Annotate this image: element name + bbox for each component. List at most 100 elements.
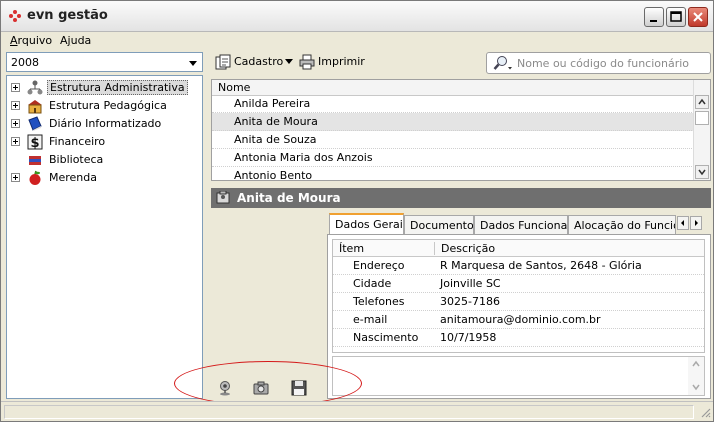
grid-cell-desc: anitamoura@dominio.com.br: [440, 313, 601, 326]
tab-label: Dados Gerais: [335, 218, 404, 231]
list-row[interactable]: Anilda Pereira: [212, 95, 694, 113]
list-header-nome[interactable]: Nome: [212, 80, 694, 96]
grid-cell-item: Endereço: [353, 259, 405, 272]
close-button[interactable]: [688, 7, 708, 27]
grid-row[interactable]: Endereço R Marquesa de Santos, 2648 - Gl…: [333, 257, 704, 275]
minimize-button[interactable]: [644, 7, 664, 27]
scroll-thumb[interactable]: [695, 111, 709, 125]
year-select-value: 2008: [11, 56, 39, 69]
menu-ajuda-rest: uda: [70, 34, 92, 47]
expand-icon[interactable]: [11, 119, 20, 128]
list-row-label: Anita de Moura: [234, 115, 318, 128]
printer-icon: [299, 54, 315, 70]
expand-icon[interactable]: [11, 173, 20, 182]
grid-row[interactable]: e-mail anitamoura@dominio.com.br: [333, 311, 704, 329]
expand-icon[interactable]: [11, 83, 20, 92]
list-header-label: Nome: [218, 81, 251, 94]
search-icon: [493, 56, 512, 70]
grid-header-descricao[interactable]: Descrição: [434, 242, 495, 255]
tree-label: Diário Informatizado: [49, 117, 162, 130]
dados-gerais-panel: Ítem Descrição Endereço R Marquesa de Sa…: [327, 234, 711, 399]
grid-row[interactable]: Nascimento 10/7/1958: [333, 329, 704, 347]
tab-scroll-left-button[interactable]: [677, 216, 689, 230]
tab-alocacao[interactable]: Alocação do Funcion: [568, 215, 676, 234]
close-icon: [693, 12, 703, 22]
list-row-label: Antonia Maria dos Anzois: [234, 151, 373, 164]
expand-icon[interactable]: [11, 137, 20, 146]
list-row-label: Anita de Souza: [234, 133, 317, 146]
list-row[interactable]: Antonia Maria dos Anzois: [212, 149, 694, 167]
apple-icon: [29, 170, 41, 185]
title-bar[interactable]: evn gestão: [1, 1, 713, 32]
list-row-label: Anilda Pereira: [234, 97, 311, 110]
status-pane: [4, 405, 694, 419]
svg-text:$: $: [30, 136, 39, 150]
grid-cell-item: Telefones: [353, 295, 405, 308]
tab-dados-funcionais[interactable]: Dados Funcionais: [474, 215, 568, 234]
detail-title: Anita de Moura: [237, 191, 341, 205]
menu-arquivo-accel: A: [10, 34, 18, 47]
grid-cell-desc: R Marquesa de Santos, 2648 - Glória: [440, 259, 642, 272]
resize-grip-icon[interactable]: [699, 406, 711, 418]
tree-label: Biblioteca: [49, 153, 104, 166]
list-scrollbar[interactable]: [693, 80, 710, 180]
tree-item-estrutura-administrativa[interactable]: Estrutura Administrativa: [7, 79, 202, 97]
tree-label: Estrutura Administrativa: [47, 80, 188, 95]
tree-item-financeiro[interactable]: $ Financeiro: [7, 133, 202, 151]
expand-icon[interactable]: [11, 101, 20, 110]
menu-arquivo[interactable]: Arquivo: [10, 34, 52, 47]
chevron-up-icon: [698, 98, 706, 105]
list-row-label: Antonio Bento: [234, 169, 313, 181]
chevron-left-icon: [681, 220, 684, 226]
book-icon: [28, 116, 42, 131]
list-row[interactable]: Anita de Souza: [212, 131, 694, 149]
notes-textarea[interactable]: [332, 356, 705, 396]
window-title: evn gestão: [27, 8, 108, 23]
dropdown-arrow-icon: [285, 59, 293, 64]
notes-scrollbar[interactable]: [688, 357, 704, 395]
tree-label: Financeiro: [49, 135, 106, 148]
imprimir-label: Imprimir: [318, 55, 365, 68]
tab-label: Dados Funcionais: [480, 219, 568, 232]
tab-dados-gerais[interactable]: Dados Gerais: [329, 213, 404, 235]
id-card-icon: [216, 191, 230, 204]
chevron-right-icon: [695, 220, 698, 226]
tree-label: Merenda: [49, 171, 98, 184]
grid-cell-item: Nascimento: [353, 331, 419, 344]
maximize-button[interactable]: [666, 7, 686, 27]
detail-tabs: Dados Gerais Documentos Dados Funcionais…: [327, 213, 711, 235]
tree-item-diario-informatizado[interactable]: Diário Informatizado: [7, 115, 202, 133]
imprimir-button[interactable]: Imprimir: [299, 53, 369, 71]
scroll-down-button[interactable]: [695, 165, 709, 179]
chevron-up-icon[interactable]: [691, 360, 701, 368]
annotation-circle: [174, 361, 362, 406]
tab-documentos[interactable]: Documentos: [404, 215, 474, 234]
details-grid: Ítem Descrição Endereço R Marquesa de Sa…: [332, 239, 705, 353]
chevron-down-icon: [698, 169, 706, 176]
scroll-up-button[interactable]: [695, 95, 709, 109]
tab-label: Documentos: [410, 219, 474, 232]
list-row-selected[interactable]: Anita de Moura: [212, 113, 694, 131]
grid-row[interactable]: Telefones 3025-7186: [333, 293, 704, 311]
tab-scroll-right-button[interactable]: [690, 216, 702, 230]
books-icon: [29, 156, 41, 165]
menu-arquivo-rest: rquivo: [17, 34, 53, 47]
grid-header-item[interactable]: Ítem: [339, 242, 364, 255]
tree-label: Estrutura Pedagógica: [49, 99, 167, 112]
tree-item-estrutura-pedagogica[interactable]: Estrutura Pedagógica: [7, 97, 202, 115]
org-chart-icon: [27, 80, 43, 95]
employee-search-input[interactable]: Nome ou código do funcionário: [486, 52, 711, 74]
menu-ajuda[interactable]: Ajuda: [60, 34, 91, 47]
grid-row[interactable]: Cidade Joinville SC: [333, 275, 704, 293]
app-window: evn gestão Arquivo Ajuda 2008 Estrutura …: [0, 0, 714, 422]
employee-list: Nome Anilda Pereira Anita de Moura Anita…: [211, 79, 711, 181]
chevron-down-icon: [189, 61, 197, 66]
tree-item-merenda[interactable]: Merenda: [7, 169, 202, 187]
tree-item-biblioteca[interactable]: Biblioteca: [7, 151, 202, 169]
cadastro-button[interactable]: Cadastro: [215, 53, 297, 71]
chevron-down-icon[interactable]: [691, 383, 701, 391]
dollar-icon: $: [27, 134, 43, 150]
list-row[interactable]: Antonio Bento: [212, 167, 694, 181]
year-select[interactable]: 2008: [6, 52, 203, 72]
grid-cell-item: Cidade: [353, 277, 392, 290]
